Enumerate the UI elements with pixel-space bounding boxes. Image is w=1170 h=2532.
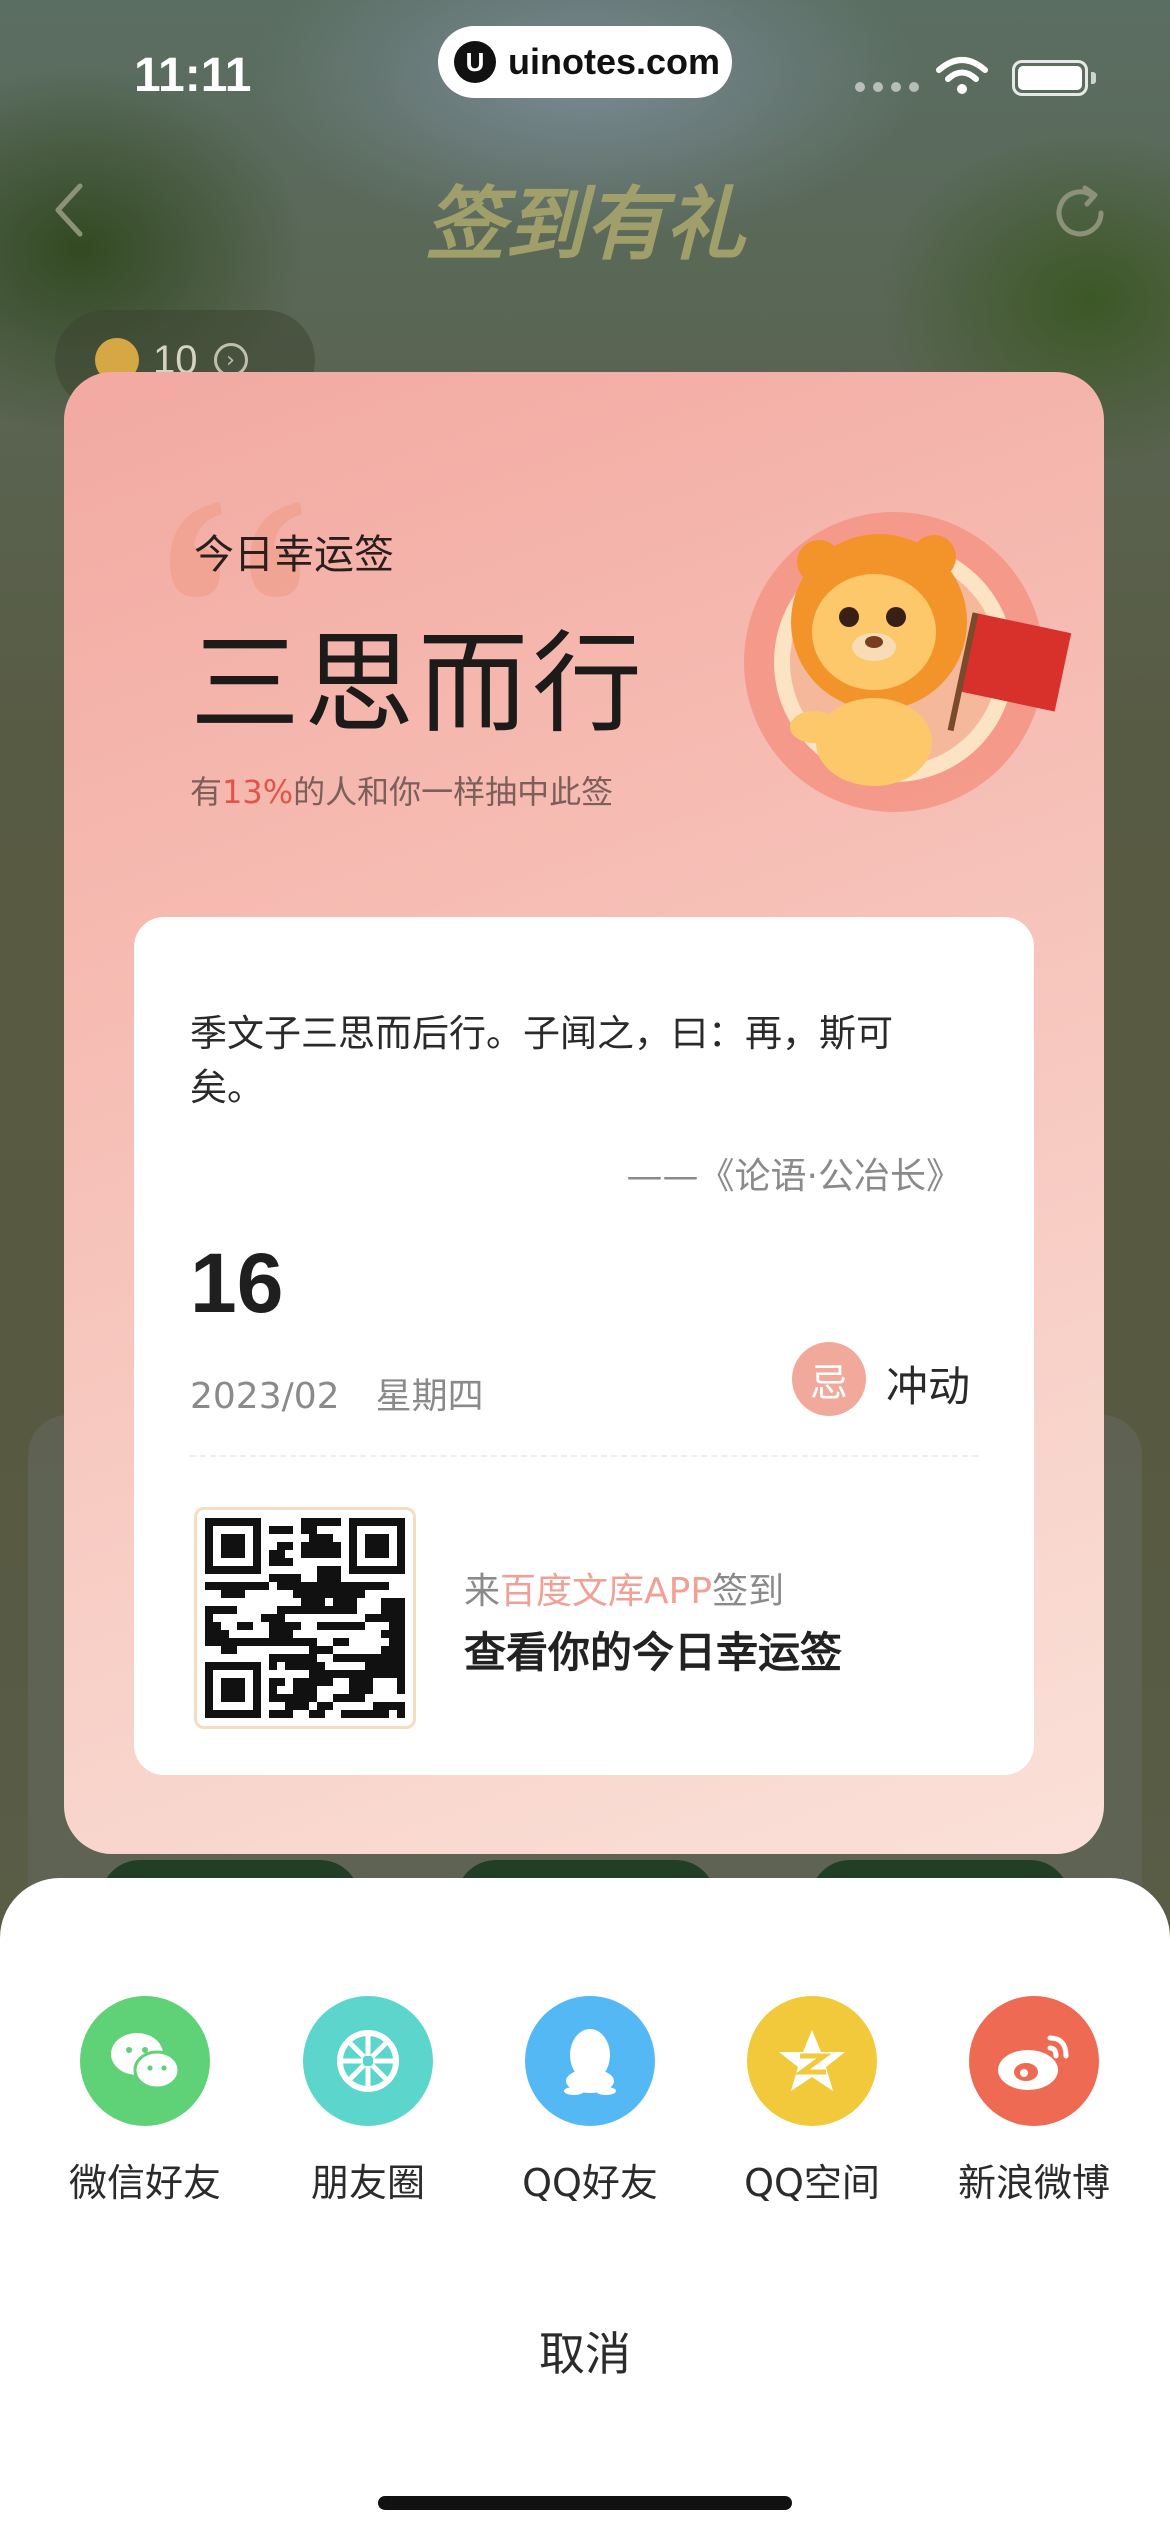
share-qzone-button[interactable]: QQ空间 xyxy=(702,1996,922,2207)
share-label: 新浪微博 xyxy=(957,2161,1110,2205)
fortune-stat: 有13%的人和你一样抽中此签 xyxy=(190,773,614,811)
qr-code-image xyxy=(205,1518,405,1718)
share-weibo-button[interactable]: 新浪微博 xyxy=(924,1996,1144,2207)
page-title: 签到有礼 xyxy=(425,178,745,271)
qr-cta-line: 来百度文库APP签到 xyxy=(464,1571,785,1612)
site-logo-icon: U xyxy=(454,41,496,83)
avoid-badge: 忌 xyxy=(792,1342,866,1416)
share-label: QQ空间 xyxy=(744,2161,880,2205)
share-label: 微信好友 xyxy=(68,2161,221,2205)
fortune-card: 今日幸运签 三思而行 有13%的人和你一样抽中此签 季文子三思而后行。子闻之，曰… xyxy=(64,372,1104,1854)
avoid-text: 冲动 xyxy=(886,1362,971,1411)
qr-cta-main: 查看你的今日幸运签 xyxy=(464,1628,843,1677)
share-sheet: 微信好友 朋友圈 QQ好友 QQ空间 新浪微博 取消 xyxy=(0,1878,1170,2532)
date-weekday: 星期四 xyxy=(375,1376,484,1417)
quote-source: ——《论语·公冶长》 xyxy=(626,1156,962,1197)
fortune-title: 三思而行 xyxy=(190,620,646,748)
battery-tip xyxy=(1091,72,1096,84)
quote-text: 季文子三思而后行。子闻之，曰：再，斯可矣。 xyxy=(190,1012,893,1109)
qr-code xyxy=(194,1507,416,1729)
share-label: 朋友圈 xyxy=(310,2161,425,2205)
weibo-icon xyxy=(969,1996,1099,2126)
share-moments-button[interactable]: 朋友圈 xyxy=(258,1996,478,2207)
share-label: QQ好友 xyxy=(522,2161,658,2205)
date-day: 16 xyxy=(190,1236,284,1330)
fortune-label: 今日幸运签 xyxy=(194,532,394,578)
status-time: 11:11 xyxy=(134,49,252,102)
signal-icon xyxy=(855,82,919,92)
moments-icon xyxy=(303,1996,433,2126)
cancel-button[interactable]: 取消 xyxy=(0,2318,1170,2384)
qzone-icon xyxy=(747,1996,877,2126)
date-year-month: 2023/02 xyxy=(190,1376,340,1417)
share-wechat-button[interactable]: 微信好友 xyxy=(35,1996,255,2207)
refresh-icon[interactable] xyxy=(1045,178,1115,248)
wifi-icon xyxy=(936,57,988,94)
lion-mascot-icon xyxy=(744,512,1072,812)
url-text: uinotes.com xyxy=(508,41,721,82)
battery-icon xyxy=(1012,60,1088,96)
quote-panel: 季文子三思而后行。子闻之，曰：再，斯可矣。 ——《论语·公冶长》 16 2023… xyxy=(134,917,1034,1457)
url-pill: U uinotes.com xyxy=(438,26,732,98)
share-qq-button[interactable]: QQ好友 xyxy=(480,1996,700,2207)
home-indicator xyxy=(378,2496,792,2510)
qr-panel: 来百度文库APP签到 查看你的今日幸运签 xyxy=(134,1457,1034,1775)
qq-icon xyxy=(525,1996,655,2126)
date-line: 2023/02 星期四 xyxy=(190,1367,484,1419)
wechat-icon xyxy=(80,1996,210,2126)
